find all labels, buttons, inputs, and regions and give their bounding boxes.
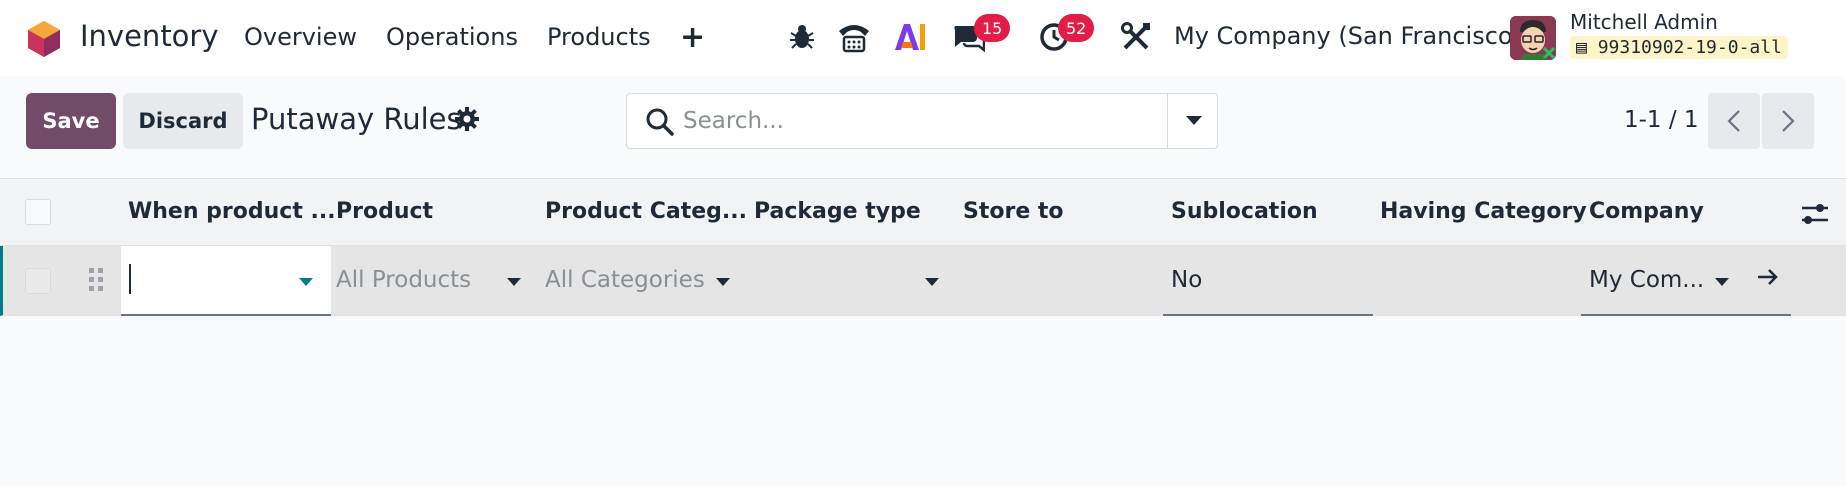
- chevron-right-icon: [1782, 110, 1795, 132]
- database-icon: ▤: [1576, 37, 1587, 58]
- save-button[interactable]: Save: [26, 93, 116, 149]
- app-logo-icon[interactable]: [26, 20, 62, 58]
- company-dropdown-icon[interactable]: [1715, 278, 1729, 286]
- chevron-left-icon: [1727, 110, 1740, 132]
- pager-value[interactable]: 1-1 / 1: [1624, 107, 1699, 133]
- when-product-dropdown-icon[interactable]: [299, 278, 313, 286]
- bug-icon[interactable]: [784, 18, 820, 56]
- company-underline: [1581, 314, 1791, 316]
- select-all-checkbox[interactable]: [25, 199, 51, 225]
- row-checkbox[interactable]: [25, 268, 51, 294]
- menu-products[interactable]: Products: [547, 23, 651, 51]
- chat-count-badge: 15: [974, 14, 1011, 42]
- product-category-dropdown-icon[interactable]: [716, 278, 730, 286]
- gear-icon[interactable]: [454, 106, 480, 132]
- ai-icon[interactable]: [892, 18, 928, 56]
- app-name[interactable]: Inventory: [80, 19, 219, 53]
- company-switcher[interactable]: My Company (San Francisco): [1174, 22, 1522, 50]
- column-having-category[interactable]: Having Category: [1380, 199, 1587, 224]
- column-company[interactable]: Company: [1589, 199, 1704, 224]
- pager-next-button[interactable]: [1762, 93, 1814, 149]
- column-package-type[interactable]: Package type: [754, 199, 921, 224]
- table-row[interactable]: All Products All Categories No My Com...: [0, 246, 1846, 316]
- avatar[interactable]: [1510, 16, 1556, 60]
- column-product[interactable]: Product: [336, 199, 433, 224]
- column-sublocation[interactable]: Sublocation: [1171, 199, 1318, 224]
- database-badge: ▤ 99310902-19-0-all: [1570, 36, 1788, 59]
- optional-columns-icon[interactable]: [1800, 199, 1830, 229]
- search-bar: [626, 93, 1218, 149]
- tools-icon[interactable]: [1118, 18, 1154, 56]
- phone-icon[interactable]: [836, 18, 872, 56]
- product-dropdown-icon[interactable]: [507, 278, 521, 286]
- search-input[interactable]: [683, 104, 1083, 138]
- product-field[interactable]: All Products: [336, 267, 471, 293]
- company-field[interactable]: My Com...: [1589, 267, 1704, 293]
- column-store-to[interactable]: Store to: [963, 199, 1064, 224]
- menu-overview[interactable]: Overview: [244, 23, 357, 51]
- pager-previous-button[interactable]: [1708, 93, 1760, 149]
- activity-count-badge: 52: [1058, 14, 1095, 42]
- sublocation-underline: [1163, 314, 1373, 316]
- column-when-product[interactable]: When product ...: [128, 199, 336, 224]
- list-header: When product ... Product Product Categ..…: [0, 178, 1846, 246]
- arrow-right-icon[interactable]: [1755, 264, 1781, 290]
- top-navbar: Inventory Overview Operations Products +: [0, 0, 1846, 76]
- column-product-category[interactable]: Product Categ...: [545, 199, 747, 224]
- menu-operations[interactable]: Operations: [386, 23, 518, 51]
- drag-handle-icon[interactable]: [87, 266, 105, 294]
- database-name: 99310902-19-0-all: [1597, 37, 1782, 58]
- package-type-dropdown-icon[interactable]: [925, 278, 939, 286]
- sublocation-field[interactable]: No: [1171, 267, 1202, 293]
- product-category-field[interactable]: All Categories: [545, 267, 705, 293]
- search-icon: [646, 108, 674, 136]
- page-title: Putaway Rules: [251, 102, 462, 136]
- text-cursor: [129, 264, 131, 294]
- chevron-down-icon: [1185, 116, 1202, 125]
- discard-button[interactable]: Discard: [123, 93, 243, 149]
- plus-icon[interactable]: +: [680, 20, 705, 55]
- when-product-field[interactable]: [121, 246, 331, 316]
- search-options-toggle[interactable]: [1167, 94, 1219, 148]
- user-name[interactable]: Mitchell Admin: [1570, 10, 1718, 34]
